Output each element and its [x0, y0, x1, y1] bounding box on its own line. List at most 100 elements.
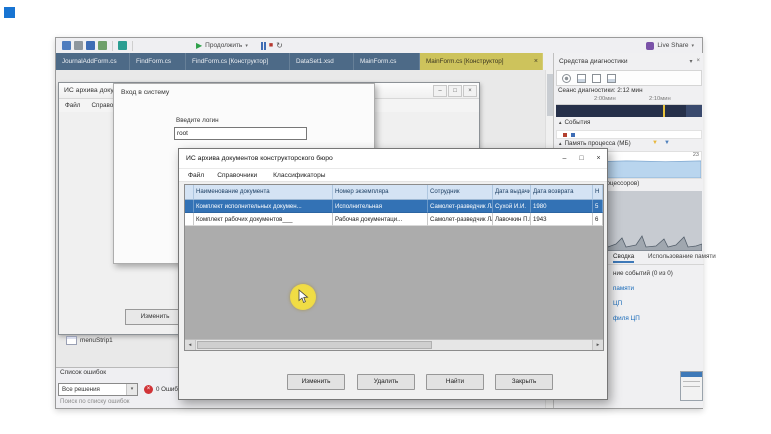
login-input[interactable] [174, 127, 307, 140]
tab-mainform-designer[interactable]: MainForm.cs [Конструктор] × [420, 53, 543, 70]
stop-debug-icon[interactable]: ■ [269, 42, 273, 50]
close-icon[interactable]: × [696, 58, 700, 64]
column-header[interactable]: Номер экземпляра [333, 185, 428, 200]
expander-icon[interactable]: ▲ [558, 141, 562, 146]
maximize-icon[interactable]: □ [573, 149, 590, 168]
table-row[interactable]: Комплект исполнительных докумен... Испол… [185, 200, 603, 213]
live-share-dropdown-icon[interactable]: ▾ [691, 43, 694, 49]
continue-dropdown-icon[interactable]: ▾ [245, 43, 248, 49]
tab-journaladdform[interactable]: JournalAddForm.cs [56, 53, 130, 70]
app-menubar: Файл Справочники Классификаторы [179, 169, 607, 182]
close-button[interactable]: Закрыть [495, 374, 553, 390]
open-file-icon[interactable] [74, 41, 83, 50]
zoom-icon[interactable] [592, 73, 601, 83]
error-search-placeholder[interactable]: Поиск по списку ошибок [60, 398, 130, 405]
cell[interactable]: Самолет-разведчик ЛА-5... [428, 200, 493, 213]
close-icon[interactable]: × [590, 149, 607, 168]
maximize-icon[interactable]: □ [448, 84, 462, 97]
navigate-icon[interactable] [118, 41, 127, 50]
summary-memory-link[interactable]: памяти [613, 285, 634, 292]
minimize-icon[interactable]: – [556, 149, 573, 168]
expander-icon[interactable]: ▲ [558, 120, 562, 125]
column-header[interactable]: Наименование документа [194, 185, 333, 200]
scroll-right-icon[interactable]: ► [592, 340, 603, 350]
mini-pane-titlebar [681, 372, 702, 377]
screen: ▶ Продолжить ▾ ■ ↻ Live Share ▾ JournalA… [0, 0, 771, 434]
new-file-icon[interactable] [62, 41, 71, 50]
cell[interactable]: Исполнительная [333, 200, 428, 213]
mouse-cursor-icon [298, 289, 309, 304]
cell[interactable]: 1943 [531, 213, 593, 226]
tab-summary[interactable]: Сводка [613, 253, 635, 263]
timeline-ruler: 2:00мин 2:10мин [556, 96, 702, 105]
menu-item-file[interactable]: Файл [188, 172, 204, 179]
delete-button[interactable]: Удалить [357, 374, 415, 390]
live-share-label[interactable]: Live Share [657, 42, 688, 49]
chevron-down-icon[interactable]: ▾ [126, 384, 137, 395]
scroll-left-icon[interactable]: ◄ [185, 340, 196, 350]
cell[interactable]: Лавочкин П.П. [493, 213, 531, 226]
chevron-down-icon[interactable]: ▾ [689, 58, 692, 65]
break-all-icon[interactable] [260, 41, 266, 50]
documents-grid: Наименование документа Номер экземпляра … [184, 184, 604, 351]
column-header[interactable]: Н [593, 185, 603, 200]
cell[interactable]: 6 [593, 213, 603, 226]
app-window: ИС архива документов конструкторского бю… [178, 148, 608, 400]
summary-cpu-profile-link[interactable]: филя ЦП [613, 315, 640, 322]
component-tray-item[interactable]: menuStrip1 [66, 336, 113, 345]
gc-marker-icon: ▼ [652, 140, 658, 146]
memory-section-header[interactable]: ▲ Память процесса (МБ) [558, 140, 631, 147]
summary-cpu-link[interactable]: ЦП [613, 300, 622, 307]
tab-memory-usage[interactable]: Использование памяти [648, 253, 716, 260]
designer-edit-button[interactable]: Изменить [125, 309, 185, 325]
tab-findform-designer[interactable]: FindForm.cs [Конструктор] [186, 53, 290, 70]
component-name: menuStrip1 [80, 337, 113, 344]
tab-dataset1[interactable]: DataSet1.xsd [290, 53, 354, 70]
error-scope-combobox[interactable]: Все решения ▾ [58, 383, 138, 396]
tab-mainform[interactable]: MainForm.cs [354, 53, 420, 70]
cell[interactable]: Сухой И.И. [493, 200, 531, 213]
row-header-cell[interactable] [185, 213, 194, 226]
timeline-viewport[interactable] [686, 105, 702, 117]
menu-item-classifiers[interactable]: Классификаторы [273, 172, 325, 179]
find-button[interactable]: Найти [426, 374, 484, 390]
app-titlebar: ИС архива документов конструкторского бю… [179, 149, 607, 169]
mini-pane-line [683, 386, 700, 387]
continue-icon[interactable]: ▶ [196, 41, 202, 50]
cell[interactable]: Комплект рабочих документов___ [194, 213, 333, 226]
cell[interactable]: 1980 [531, 200, 593, 213]
close-icon[interactable]: × [463, 84, 477, 97]
app-title: ИС архива документов конструкторского бю… [186, 155, 333, 162]
cell[interactable]: Комплект исполнительных докумен... [194, 200, 333, 213]
tab-findform[interactable]: FindForm.cs [130, 53, 186, 70]
time-tick: 2:10мин [649, 96, 671, 102]
restart-icon[interactable]: ↻ [276, 41, 283, 50]
table-row[interactable]: Комплект рабочих документов___ Рабочая д… [185, 213, 603, 226]
snapshot-camera-icon[interactable] [577, 73, 586, 83]
diagnostics-header: Средства диагностики ▾ × [554, 53, 704, 69]
error-icon: × [144, 385, 153, 394]
tab-close-icon[interactable]: × [534, 53, 538, 70]
cell[interactable]: 5 [593, 200, 603, 213]
save-icon[interactable] [86, 41, 95, 50]
scrollbar-thumb[interactable] [197, 341, 432, 349]
cell[interactable]: Рабочая документаци... [333, 213, 428, 226]
cell[interactable]: Самолет-разведчик ЛА-5... [428, 213, 493, 226]
column-header[interactable]: Дата выдачи [493, 185, 531, 200]
edit-button[interactable]: Изменить [287, 374, 345, 390]
events-section-header[interactable]: ▲ События [558, 119, 590, 126]
row-header-cell[interactable] [185, 200, 194, 213]
column-header[interactable]: Сотрудник [428, 185, 493, 200]
horizontal-scrollbar[interactable]: ◄ ► [185, 339, 603, 350]
minimize-icon[interactable]: – [433, 84, 447, 97]
save-all-icon[interactable] [98, 41, 107, 50]
settings-icon[interactable] [607, 73, 616, 83]
menu-item-file[interactable]: Файл [65, 102, 80, 109]
continue-label[interactable]: Продолжить [205, 42, 242, 49]
docked-mini-pane [680, 371, 703, 401]
accent-square [4, 7, 15, 18]
timeline-bar[interactable] [556, 105, 702, 117]
column-header[interactable]: Дата возврата [531, 185, 593, 200]
menu-item-references[interactable]: Справочники [217, 172, 257, 179]
timer-icon[interactable] [562, 73, 571, 83]
